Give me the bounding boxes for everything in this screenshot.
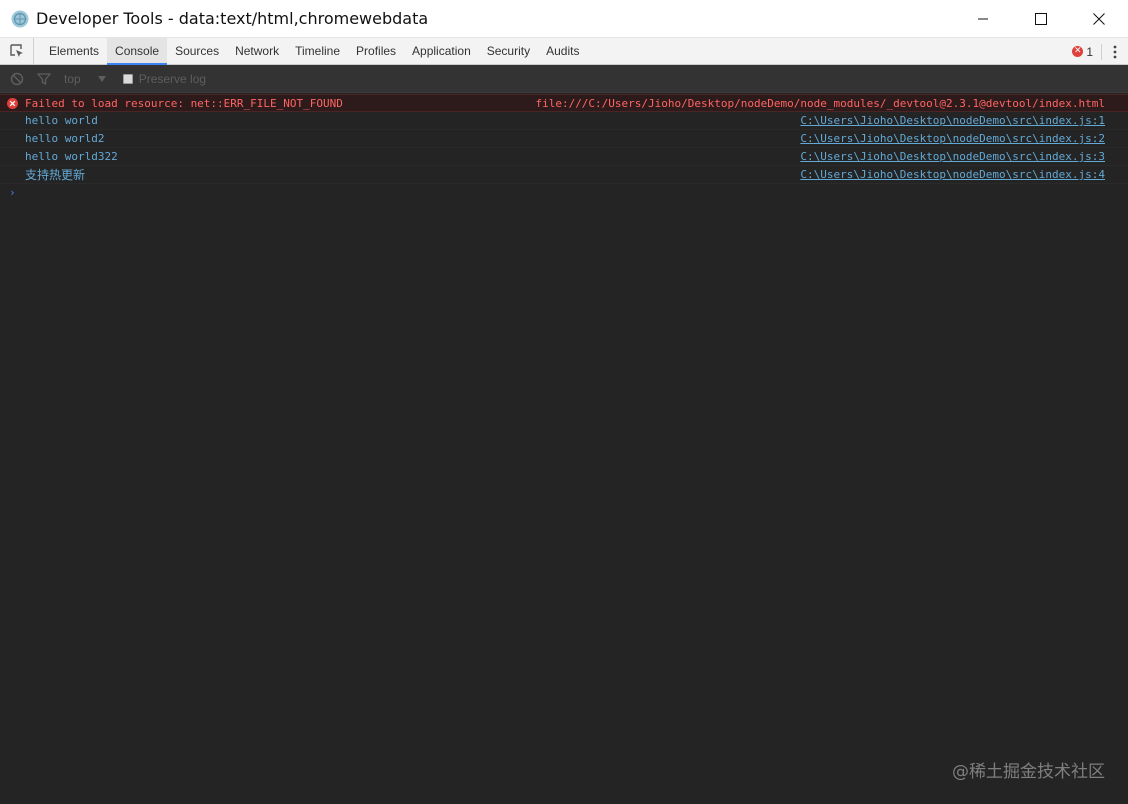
message-text: Failed to load resource: net::ERR_FILE_N… xyxy=(25,97,343,110)
message-text: hello world2 xyxy=(25,132,105,145)
preserve-log-toggle[interactable]: Preserve log xyxy=(122,71,207,86)
message-source-link[interactable]: C:\Users\Jioho\Desktop\nodeDemo\src\inde… xyxy=(800,166,1105,184)
tab-network[interactable]: Network xyxy=(227,38,287,65)
minimize-icon xyxy=(978,18,988,20)
message-text: 支持热更新 xyxy=(25,168,86,182)
window-title: Developer Tools - data:text/html,chromew… xyxy=(36,9,429,28)
maximize-icon xyxy=(1035,13,1047,25)
devtools-tabbar: Elements Console Sources Network Timelin… xyxy=(0,37,1128,65)
message-source-link[interactable]: C:\Users\Jioho\Desktop\nodeDemo\src\inde… xyxy=(800,130,1105,148)
filter-button[interactable] xyxy=(34,65,54,93)
clear-console-icon xyxy=(10,72,24,85)
error-icon xyxy=(7,98,18,109)
console-toolbar: top Preserve log xyxy=(0,65,1128,93)
tab-audits[interactable]: Audits xyxy=(538,38,587,65)
error-count-badge[interactable]: ✕ 1 xyxy=(1072,43,1102,60)
filter-icon xyxy=(37,72,51,85)
tab-console[interactable]: Console xyxy=(107,37,168,65)
watermark: @稀土掘金技术社区 xyxy=(952,762,1105,782)
message-text: hello world322 xyxy=(25,150,118,163)
more-options-button[interactable] xyxy=(1102,38,1128,65)
tabbar-right: ✕ 1 xyxy=(1072,38,1128,65)
devtools-app-icon xyxy=(11,10,29,28)
console-message-error: Failed to load resource: net::ERR_FILE_N… xyxy=(0,94,1128,112)
tab-elements[interactable]: Elements xyxy=(41,38,107,65)
message-source-link[interactable]: file:///C:/Users/Jioho/Desktop/nodeDemo/… xyxy=(535,95,1105,113)
inspect-icon xyxy=(9,44,23,57)
message-source-link[interactable]: C:\Users\Jioho\Desktop\nodeDemo\src\inde… xyxy=(800,112,1105,130)
message-text: hello world xyxy=(25,114,98,127)
tab-sources[interactable]: Sources xyxy=(167,38,227,65)
tab-application[interactable]: Application xyxy=(404,38,479,65)
tab-timeline[interactable]: Timeline xyxy=(287,38,348,65)
console-output: Failed to load resource: net::ERR_FILE_N… xyxy=(0,94,1128,804)
tab-security[interactable]: Security xyxy=(479,38,538,65)
error-icon: ✕ xyxy=(1072,46,1084,57)
prompt-chevron-icon: › xyxy=(9,186,16,199)
console-message-log: 支持热更新 C:\Users\Jioho\Desktop\nodeDemo\sr… xyxy=(0,166,1128,184)
console-message-log: hello world2 C:\Users\Jioho\Desktop\node… xyxy=(0,130,1128,148)
preserve-log-checkbox[interactable] xyxy=(122,73,133,84)
message-source-link[interactable]: C:\Users\Jioho\Desktop\nodeDemo\src\inde… xyxy=(800,148,1105,166)
minimize-button[interactable] xyxy=(954,0,1012,38)
panel-tabs: Elements Console Sources Network Timelin… xyxy=(34,37,587,65)
context-selector[interactable]: top xyxy=(62,72,107,86)
kebab-menu-icon xyxy=(1113,45,1117,58)
maximize-button[interactable] xyxy=(1012,0,1070,38)
tab-profiles[interactable]: Profiles xyxy=(348,38,404,65)
window-titlebar: Developer Tools - data:text/html,chromew… xyxy=(0,0,1128,38)
context-value: top xyxy=(64,71,81,86)
inspect-element-button[interactable] xyxy=(0,37,34,65)
chevron-down-icon xyxy=(97,75,106,82)
close-icon xyxy=(1093,13,1105,25)
console-message-log: hello world322 C:\Users\Jioho\Desktop\no… xyxy=(0,148,1128,166)
clear-console-button[interactable] xyxy=(0,65,34,93)
error-count: 1 xyxy=(1086,44,1093,59)
console-message-log: hello world C:\Users\Jioho\Desktop\nodeD… xyxy=(0,112,1128,130)
console-prompt[interactable]: › xyxy=(0,184,1128,202)
close-button[interactable] xyxy=(1070,0,1128,38)
window-controls xyxy=(954,0,1128,38)
preserve-log-label: Preserve log xyxy=(138,71,207,86)
